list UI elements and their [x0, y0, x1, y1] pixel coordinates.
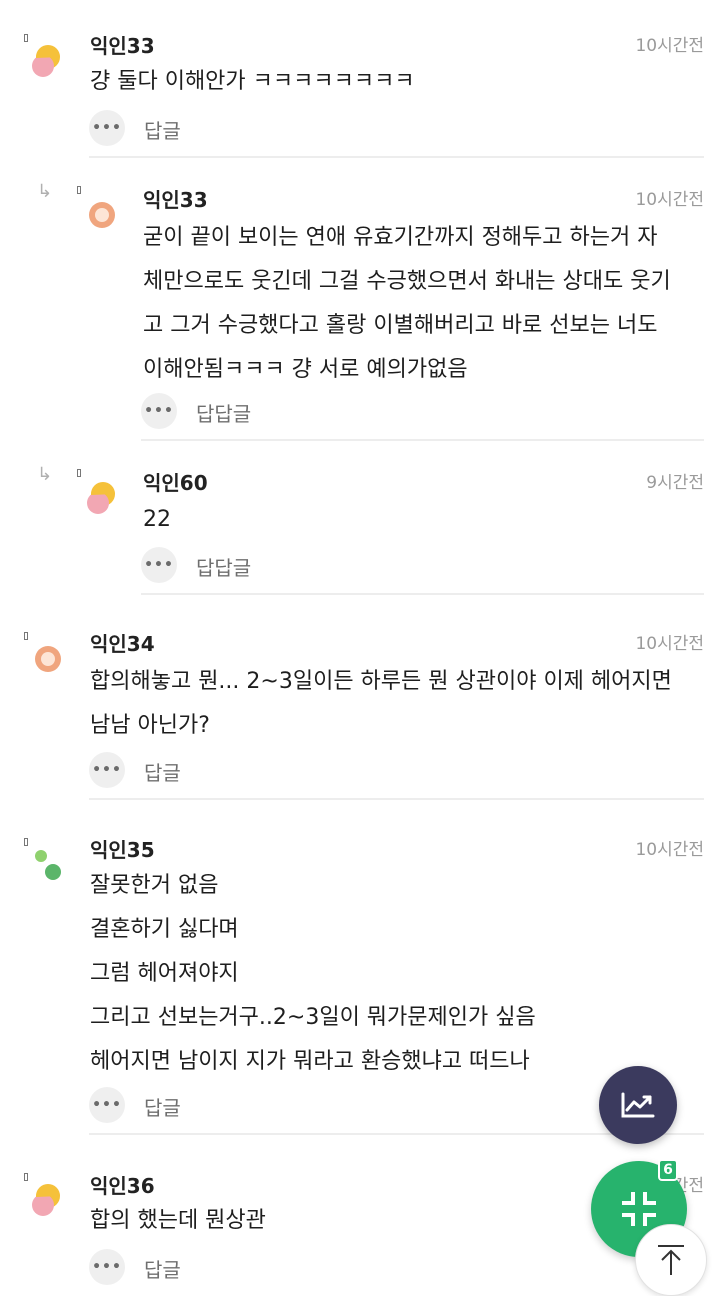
comment-text: 걍 둘다 이해안가 ㅋㅋㅋㅋㅋㅋㅋㅋ [90, 69, 415, 94]
reply-button[interactable]: 답답글 [196, 398, 251, 427]
avatar-icon [35, 646, 61, 672]
reply-button[interactable]: 답글 [144, 1092, 181, 1121]
avatar-icon [35, 850, 61, 880]
comment-time: 9시간전 [646, 473, 704, 493]
reply-arrow-icon: ↳ [37, 464, 53, 485]
more-options-button[interactable]: ••• [89, 110, 125, 146]
reply-button[interactable]: 답글 [144, 757, 181, 786]
divider [89, 156, 704, 158]
comment-time: 10시간전 [635, 840, 704, 860]
anon-mark [24, 632, 28, 640]
scroll-to-top-button[interactable] [635, 1224, 707, 1296]
anon-mark [24, 838, 28, 846]
comment-text: 합의해놓고 뭔... 2~3일이든 하루든 뭔 상관이야 이제 헤어지면 남남 … [90, 669, 672, 738]
more-options-button[interactable]: ••• [141, 393, 177, 429]
comment-time: 10시간전 [635, 190, 704, 210]
more-options-button[interactable]: ••• [89, 1249, 125, 1285]
avatar-icon [32, 45, 60, 77]
comment-author: 익인36 [90, 1174, 155, 1198]
comment-text: 22 [143, 507, 171, 532]
comment-author: 익인33 [90, 34, 155, 58]
collapse-arrows-icon [622, 1192, 656, 1226]
reply-arrow-icon: ↳ [37, 181, 53, 202]
divider [89, 798, 704, 800]
avatar-icon [89, 202, 115, 228]
comment-author: 익인35 [90, 838, 155, 862]
anon-mark [77, 186, 81, 194]
anon-mark [24, 34, 28, 42]
reply-button[interactable]: 답글 [144, 115, 181, 144]
comment-time: 10시간전 [635, 36, 704, 56]
anon-mark [24, 1173, 28, 1181]
reply-button[interactable]: 답답글 [196, 552, 251, 581]
comment-text: 굳이 끝이 보이는 연애 유효기간까지 정해두고 하는거 자 체만으로도 웃긴데… [143, 225, 671, 382]
more-options-button[interactable]: ••• [141, 547, 177, 583]
trend-chart-button[interactable] [599, 1066, 677, 1144]
divider [141, 439, 704, 441]
avatar-icon [32, 1184, 60, 1216]
comment-text: 합의 했는데 뭔상관 [90, 1208, 266, 1233]
more-options-button[interactable]: ••• [89, 1087, 125, 1123]
comment-author: 익인34 [90, 632, 155, 656]
arrow-up-icon [658, 1245, 684, 1275]
comment-text: 잘못한거 없음 결혼하기 싫다며 그럼 헤어져야지 그리고 선보는거구..2~3… [90, 873, 536, 1074]
more-options-button[interactable]: ••• [89, 752, 125, 788]
comment-author: 익인60 [143, 471, 208, 495]
count-badge: 6 [658, 1159, 678, 1181]
comment-author: 익인33 [143, 188, 208, 212]
comment-time: 10시간전 [635, 634, 704, 654]
chart-trend-icon [621, 1092, 655, 1118]
reply-button[interactable]: 답글 [144, 1254, 181, 1283]
divider [141, 593, 704, 595]
anon-mark [77, 469, 81, 477]
avatar-icon [87, 482, 115, 514]
